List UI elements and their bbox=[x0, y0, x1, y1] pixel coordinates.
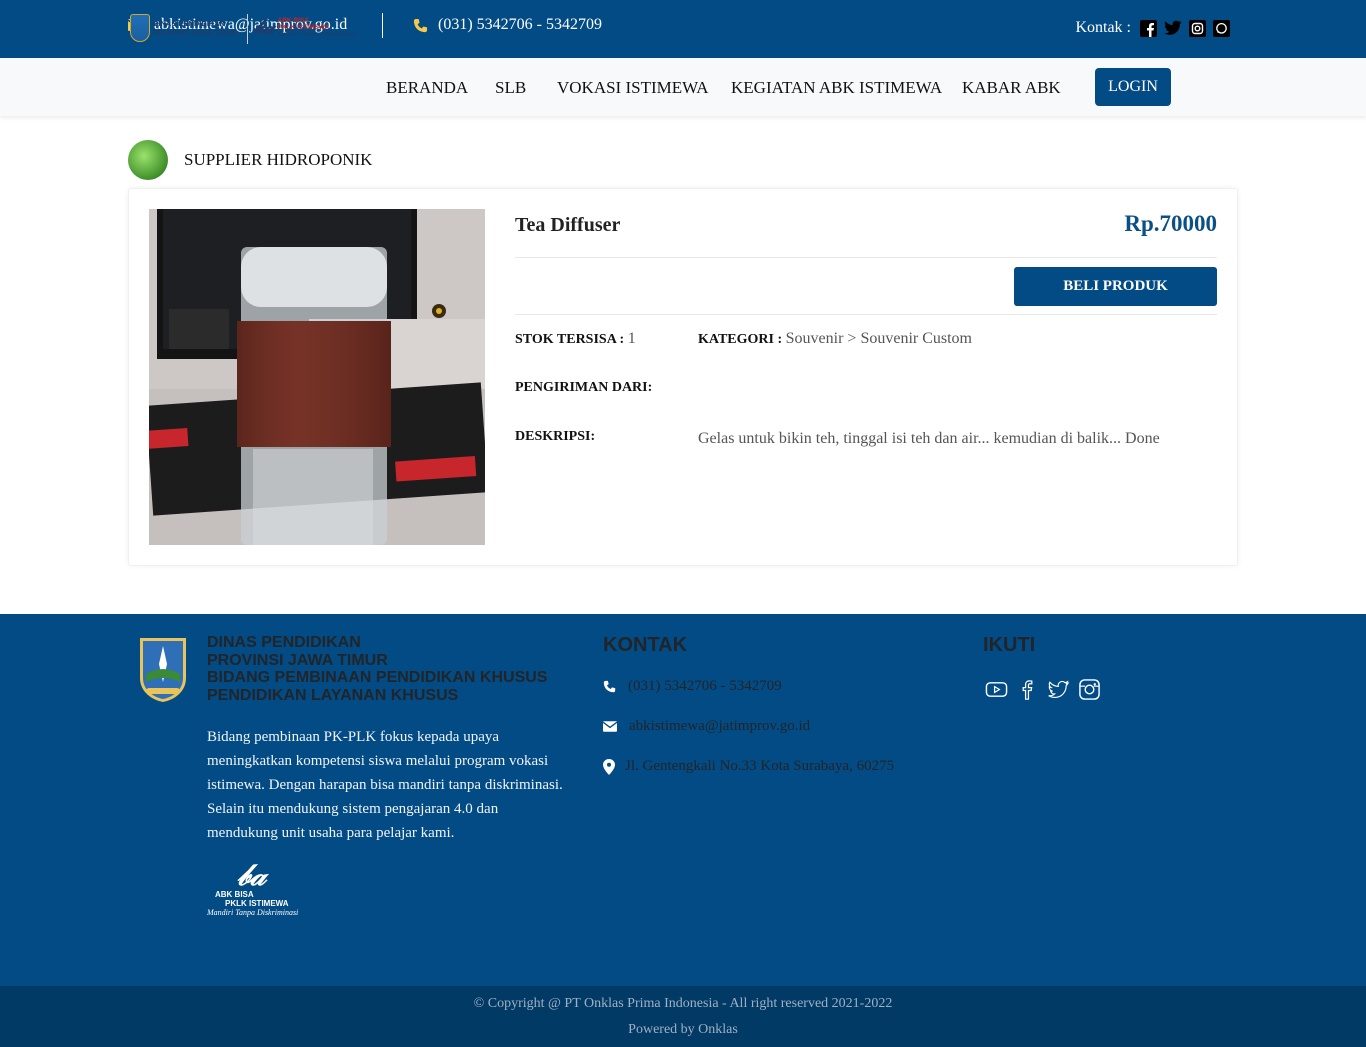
twitter-icon[interactable] bbox=[1164, 20, 1182, 36]
stock-label: STOK TERSISA : bbox=[515, 332, 625, 347]
product-image[interactable] bbox=[149, 209, 485, 545]
footer bbox=[0, 614, 1366, 986]
twitter-icon[interactable] bbox=[1047, 678, 1070, 701]
stock-info: STOK TERSISA : 1 bbox=[515, 330, 636, 348]
footer-address-text: Jl. Gentengkali No.33 Kota Surabaya, 602… bbox=[625, 758, 895, 774]
footer-org-line1: DINAS PENDIDIKAN bbox=[207, 634, 361, 651]
nav-slb[interactable]: SLB bbox=[495, 78, 526, 98]
supplier-avatar[interactable] bbox=[128, 140, 168, 180]
description-text: Gelas untuk bikin teh, tinggal isi teh d… bbox=[698, 430, 1160, 447]
phone-icon bbox=[413, 18, 428, 32]
footer-address: Jl. Gentengkali No.33 Kota Surabaya, 602… bbox=[603, 758, 894, 775]
logo-abk-tagline: Mandiri Tanpa Diskriminasi bbox=[277, 30, 356, 38]
product-price: Rp.70000 bbox=[1124, 211, 1217, 236]
logo-dinas-line2: PROVINSI JAWA TIMUR bbox=[153, 28, 238, 37]
nav-vokasi-istimewa[interactable]: VOKASI ISTIMEWA bbox=[557, 78, 709, 98]
category-info: KATEGORI : Souvenir > Souvenir Custom bbox=[698, 330, 972, 348]
copyright-text: © Copyright @ PT Onklas Prima Indonesia … bbox=[473, 996, 893, 1011]
supplier-name[interactable]: SUPPLIER HIDROPONIK bbox=[184, 150, 372, 170]
footer-org-line4: PENDIDIKAN LAYANAN KHUSUS bbox=[207, 686, 459, 704]
category-label: KATEGORI : bbox=[698, 332, 783, 347]
abk-hands-icon: 𝒷𝒶 bbox=[237, 859, 267, 892]
envelope-icon bbox=[603, 721, 617, 732]
nav-kegiatan-abk-istimewa[interactable]: KEGIATAN ABK ISTIMEWA bbox=[731, 78, 942, 98]
footer-org-line3: BIDANG PEMBINAAN PENDIDIKAN KHUSUS bbox=[207, 669, 548, 686]
footer-email[interactable]: abkistimewa@jatimprov.go.id bbox=[603, 718, 810, 735]
top-divider bbox=[382, 13, 383, 38]
logo-abk-bisa[interactable]: 𝒷𝒶 ABK BISA PKLK ISTIMEWA Mandiri Tanpa … bbox=[253, 16, 355, 38]
top-social: Kontak : bbox=[1075, 19, 1230, 37]
east-java-crest-icon bbox=[130, 14, 150, 42]
footer-social-links bbox=[985, 678, 1101, 701]
facebook-icon[interactable] bbox=[1140, 19, 1157, 37]
product-title: Tea Diffuser bbox=[515, 214, 621, 236]
logo-dinas-pendidikan[interactable]: DINAS PENDIDIKAN PROVINSI JAWA TIMUR bbox=[130, 14, 238, 42]
youtube-icon[interactable] bbox=[985, 678, 1008, 701]
map-marker-icon bbox=[603, 758, 615, 775]
footer-org-line2: PROVINSI JAWA TIMUR bbox=[207, 651, 388, 669]
footer-ikuti-heading: IKUTI bbox=[983, 634, 1036, 656]
divider bbox=[515, 257, 1217, 258]
logo-dinas-line1: DINAS PENDIDIKAN bbox=[153, 19, 226, 28]
description-label: DESKRIPSI: bbox=[515, 429, 596, 444]
copyright-bar: © Copyright @ PT Onklas Prima Indonesia … bbox=[0, 986, 1366, 1047]
logo-abk-line2: PKLK ISTIMEWA bbox=[277, 23, 330, 31]
footer-logo-tagline: Mandiri Tanpa Diskriminasi bbox=[207, 908, 299, 917]
logo-divider bbox=[247, 14, 248, 44]
powered-by-text: Powered by Onklas bbox=[628, 1022, 738, 1037]
top-phone-text: (031) 5342706 - 5342709 bbox=[438, 16, 602, 33]
footer-phone-text: (031) 5342706 - 5342709 bbox=[628, 678, 782, 694]
footer-email-text: abkistimewa@jatimprov.go.id bbox=[629, 718, 811, 734]
abk-hands-icon: 𝒷𝒶 bbox=[253, 14, 275, 39]
stock-value: 1 bbox=[627, 330, 636, 347]
instagram-icon[interactable] bbox=[1078, 678, 1101, 701]
logo-abk-line1: ABK BISA bbox=[277, 16, 309, 24]
footer-logo-line2: PKLK ISTIMEWA bbox=[225, 899, 289, 908]
whatsapp-icon[interactable] bbox=[1213, 19, 1230, 37]
top-phone[interactable]: (031) 5342706 - 5342709 bbox=[413, 16, 602, 34]
facebook-icon[interactable] bbox=[1016, 678, 1039, 701]
divider bbox=[515, 314, 1217, 315]
east-java-crest-icon bbox=[140, 638, 186, 702]
login-button[interactable]: LOGIN bbox=[1095, 68, 1171, 106]
footer-about: Bidang pembinaan PK-PLK fokus kepada upa… bbox=[207, 729, 563, 841]
phone-icon bbox=[603, 680, 616, 693]
footer-kontak-heading: KONTAK bbox=[603, 634, 688, 656]
nav-beranda[interactable]: BERANDA bbox=[386, 78, 468, 98]
nav-kabar-abk[interactable]: KABAR ABK bbox=[962, 78, 1061, 98]
footer-org-name: DINAS PENDIDIKAN PROVINSI JAWA TIMUR BID… bbox=[207, 634, 547, 704]
footer-phone[interactable]: (031) 5342706 - 5342709 bbox=[603, 678, 782, 695]
buy-product-button[interactable]: BELI PRODUK bbox=[1014, 267, 1217, 306]
category-value[interactable]: Souvenir > Souvenir Custom bbox=[786, 330, 972, 347]
kontak-label: Kontak : bbox=[1075, 19, 1131, 36]
instagram-icon[interactable] bbox=[1189, 19, 1206, 37]
tea-diffuser-photo bbox=[149, 209, 485, 545]
shipping-label: PENGIRIMAN DARI: bbox=[515, 380, 653, 395]
footer-logo-abk-bisa: 𝒷𝒶 ABK BISA PKLK ISTIMEWA Mandiri Tanpa … bbox=[207, 859, 307, 926]
